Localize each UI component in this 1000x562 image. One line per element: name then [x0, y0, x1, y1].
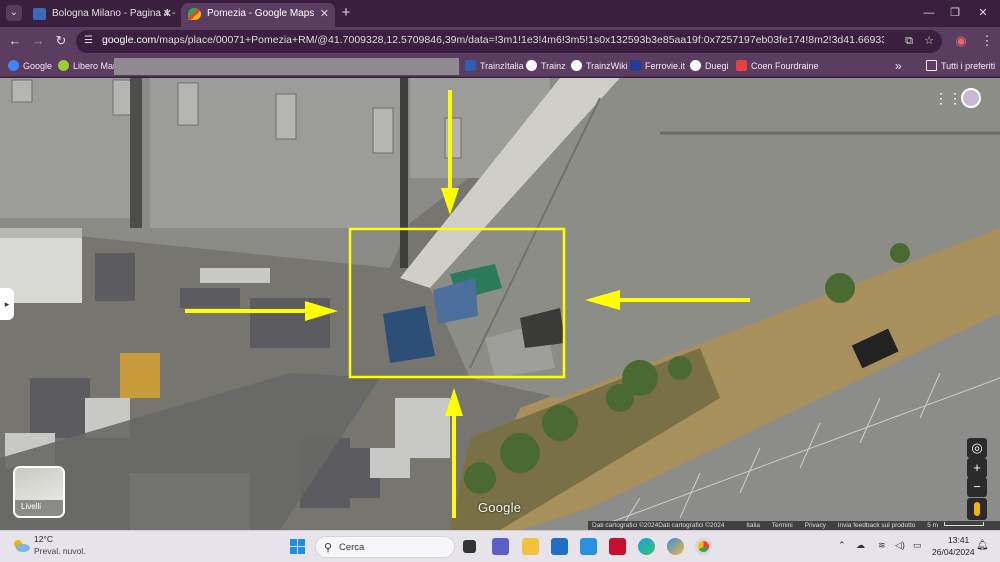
reload-icon[interactable]: ↻: [52, 32, 70, 50]
bookmark-trainzitalia[interactable]: TrainzItalia: [465, 59, 524, 74]
weather-temperature[interactable]: 12°C: [34, 534, 53, 544]
layers-label: Livelli: [21, 502, 42, 511]
chrome-menu-icon[interactable]: ⋮: [978, 32, 996, 50]
extension-icon[interactable]: ◉: [952, 32, 970, 50]
scale-label[interactable]: 5 m: [927, 522, 938, 529]
forum-favicon-icon: [33, 8, 46, 20]
site-info-icon[interactable]: ☰: [84, 35, 96, 47]
ferrovie-icon: [630, 60, 641, 71]
close-tab-icon[interactable]: ✕: [320, 3, 329, 25]
satellite-map[interactable]: [0, 78, 1000, 530]
edge-icon[interactable]: [638, 538, 655, 555]
bookmark-ferrovie[interactable]: Ferrovie.it: [630, 59, 685, 74]
volume-icon[interactable]: ◁): [895, 540, 905, 551]
globe-icon: [571, 60, 582, 71]
clock-date[interactable]: 26/04/2024: [932, 547, 975, 557]
my-location-icon[interactable]: ◎: [967, 438, 987, 458]
country-link[interactable]: Italia: [746, 522, 760, 529]
close-tab-icon[interactable]: ✕: [163, 3, 172, 25]
tab-strip: ⌄ Bologna Milano - Pagina 4 - Tr ✕ Pomez…: [0, 0, 1000, 27]
task-view-icon[interactable]: [463, 540, 476, 553]
zoom-in-button[interactable]: +: [967, 458, 987, 478]
windows-start-icon[interactable]: [290, 539, 305, 554]
weather-description[interactable]: Preval. nuvol.: [34, 546, 86, 556]
bookmarks-overflow-icon[interactable]: »: [895, 59, 902, 74]
mcafee-icon[interactable]: [609, 538, 626, 555]
notification-bell-icon[interactable]: 🔔︎: [976, 540, 989, 552]
bookmark-duegi[interactable]: Duegi: [690, 59, 729, 74]
scale-bar: [944, 522, 985, 526]
terms-link[interactable]: Termini: [772, 522, 793, 529]
bookmark-trainzwiki[interactable]: TrainzWiki: [571, 59, 628, 74]
tab-bologna-milano[interactable]: Bologna Milano - Pagina 4 - Tr ✕: [26, 3, 178, 27]
google-icon: [8, 60, 19, 71]
store-icon[interactable]: [551, 538, 568, 555]
all-bookmarks-folder[interactable]: Tutti i preferiti: [926, 59, 995, 74]
search-icon: ⚲: [324, 542, 333, 554]
new-tab-button[interactable]: +: [338, 3, 354, 23]
bookmark-trainz[interactable]: Trainz: [526, 59, 566, 74]
bookmark-google[interactable]: Google: [8, 59, 52, 74]
data-credit: Dati cartografici ©2024: [658, 522, 725, 529]
bookmarks-bar: Google Libero Mail TrainzItalia Trainz T…: [0, 56, 1000, 77]
libero-icon: [58, 60, 69, 71]
chrome-icon[interactable]: [695, 538, 712, 555]
address-bar[interactable]: ☰ google.com/maps/place/00071+Pomezia+RM…: [76, 30, 942, 53]
privacy-link[interactable]: Privacy: [805, 522, 826, 529]
redacted-bookmarks: [114, 58, 459, 75]
bookmark-coen-fourdraine[interactable]: Coen Fourdraine: [736, 59, 819, 74]
taskbar-search[interactable]: ⚲ Cerca: [315, 536, 455, 558]
bookmark-star-icon[interactable]: ☆: [922, 34, 936, 48]
zoom-out-button[interactable]: −: [967, 477, 987, 497]
search-placeholder: Cerca: [339, 542, 365, 553]
windows-taskbar: 12°C Preval. nuvol. ⚲ Cerca ⌃ ☁ ≋ ◁) ▭ 1…: [0, 530, 1000, 562]
feedback-link[interactable]: Invia feedback sul prodotto: [838, 522, 916, 529]
teams-icon[interactable]: [492, 538, 509, 555]
layers-button[interactable]: Livelli: [13, 466, 65, 518]
browser-toolbar: ← → ↻ ☰ google.com/maps/place/00071+Pome…: [0, 27, 1000, 56]
folder-icon: [926, 60, 937, 71]
data-credit: Dati cartografici ©2024: [592, 522, 659, 529]
battery-icon[interactable]: ▭: [913, 540, 922, 551]
file-explorer-icon[interactable]: [522, 538, 539, 555]
avatar[interactable]: [961, 88, 981, 108]
tab-title: Bologna Milano - Pagina 4 - Tr: [52, 8, 178, 19]
url-text[interactable]: google.com/maps/place/00071+Pomezia+RM/@…: [102, 34, 884, 46]
street-view-pegman-icon[interactable]: [967, 498, 987, 520]
bookmark-libero-mail[interactable]: Libero Mail: [58, 59, 117, 74]
expand-sidepanel-button[interactable]: ▸: [0, 288, 14, 320]
install-app-icon[interactable]: ⧉: [902, 34, 916, 48]
globe-icon: [526, 60, 537, 71]
tab-search-icon[interactable]: ⌄: [6, 5, 22, 21]
tab-title: Pomezia - Google Maps: [207, 8, 315, 19]
google-apps-icon[interactable]: ⋮⋮: [934, 91, 962, 105]
globe-icon: [690, 60, 701, 71]
clock-time[interactable]: 13:41: [948, 535, 969, 545]
tray-overflow-icon[interactable]: ⌃: [838, 540, 846, 551]
cloudy-weather-icon[interactable]: [12, 539, 30, 552]
layers-thumbnail: [15, 468, 63, 500]
coen-icon: [736, 60, 747, 71]
onedrive-icon[interactable]: ☁: [856, 540, 865, 551]
wifi-icon[interactable]: ≋: [878, 540, 886, 551]
google-maps-favicon-icon: [188, 8, 201, 20]
tab-pomezia-maps[interactable]: Pomezia - Google Maps ✕: [181, 3, 335, 27]
back-arrow-icon[interactable]: ←: [6, 32, 24, 50]
trainzitalia-icon: [465, 60, 476, 71]
forward-arrow-icon[interactable]: →: [29, 32, 47, 50]
map-imagery: [0, 78, 1000, 530]
copilot-icon[interactable]: [667, 538, 684, 555]
libero-mail-icon[interactable]: [580, 538, 597, 555]
google-watermark: Google: [478, 500, 522, 515]
close-window-button[interactable]: ✕: [966, 3, 1000, 23]
